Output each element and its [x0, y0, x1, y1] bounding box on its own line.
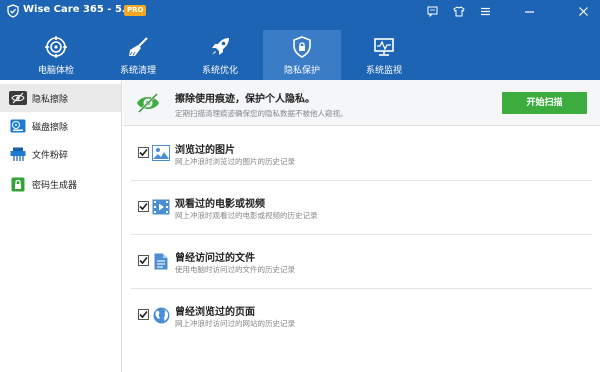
tab-system-clean[interactable]: 系统清理 — [99, 30, 177, 80]
item-title: 曾经访问过的文件 — [175, 253, 255, 264]
minimize-icon — [524, 10, 534, 13]
rocket-icon — [212, 38, 229, 55]
checkbox[interactable] — [138, 255, 149, 266]
shredder-icon — [10, 147, 26, 161]
item-title: 曾经浏览过的页面 — [175, 307, 255, 318]
checkmark-icon — [139, 202, 148, 211]
start-scan-button[interactable]: 开始扫描 — [502, 92, 587, 114]
main-nav: 电脑体检 系统清理 系统优化 隐私保护 系统监视 — [0, 22, 600, 80]
list-item-accessed-files: 曾经访问过的文件 使用电脑时访问过的文件的历史记录 — [123, 238, 600, 286]
header-description: 定期扫描清理痕迹确保您的隐私数据不被他人窥视。 — [175, 109, 348, 118]
privacy-eye-icon — [137, 93, 159, 113]
checkmark-icon — [139, 148, 148, 157]
list-item-viewed-images: 浏览过的图片 网上冲浪时浏览过的图片的历史记录 — [123, 130, 600, 178]
film-icon — [152, 199, 170, 215]
sidebar: 隐私擦除 磁盘擦除 文件粉碎 密码生成器 — [0, 80, 122, 372]
pro-badge: PRO — [124, 5, 147, 16]
item-description: 使用电脑时访问过的文件的历史记录 — [175, 265, 295, 274]
tab-system-monitor[interactable]: 系统监视 — [345, 30, 423, 80]
item-description: 网上冲浪时观看过的电影或视频的历史记录 — [175, 211, 318, 220]
item-title: 观看过的电影或视频 — [175, 199, 265, 210]
privacy-header: 擦除使用痕迹，保护个人隐私。 定期扫描清理痕迹确保您的隐私数据不被他人窥视。 开… — [123, 80, 600, 126]
feedback-button[interactable] — [421, 0, 443, 22]
tab-privacy-protect[interactable]: 隐私保护 — [263, 30, 341, 80]
list-item-visited-pages: 曾经浏览过的页面 网上冲浪时访问过的网站的历史记录 — [123, 292, 600, 340]
skin-button[interactable] — [448, 0, 470, 22]
app-logo-icon — [7, 4, 19, 18]
target-icon — [45, 36, 67, 58]
tab-label: 电脑体检 — [37, 66, 74, 76]
tab-label: 隐私保护 — [283, 66, 320, 76]
checkbox[interactable] — [138, 201, 149, 212]
shield-lock-icon — [293, 36, 311, 58]
item-description: 网上冲浪时访问过的网站的历史记录 — [175, 319, 295, 328]
tab-label: 系统监视 — [365, 66, 402, 76]
title-bar: Wise Care 365 - 5.6.7 PRO — [0, 0, 600, 22]
eye-slash-icon — [9, 91, 27, 105]
disk-icon — [10, 119, 26, 133]
minimize-button[interactable] — [518, 0, 540, 22]
sidebar-item-label: 密码生成器 — [32, 180, 78, 191]
checkbox[interactable] — [138, 309, 149, 320]
divider — [131, 180, 592, 181]
main-content: 擦除使用痕迹，保护个人隐私。 定期扫描清理痕迹确保您的隐私数据不被他人窥视。 开… — [123, 80, 600, 372]
sidebar-item-label: 文件粉碎 — [32, 150, 69, 161]
menu-icon — [480, 7, 490, 15]
checkmark-icon — [139, 256, 148, 265]
sidebar-item-label: 磁盘擦除 — [32, 122, 69, 133]
feedback-icon — [427, 6, 437, 17]
checkmark-icon — [139, 310, 148, 319]
header-title: 擦除使用痕迹，保护个人隐私。 — [175, 94, 315, 105]
close-icon — [578, 6, 588, 16]
sidebar-item-disk-erase[interactable]: 磁盘擦除 — [0, 112, 121, 140]
sidebar-item-label: 隐私擦除 — [32, 94, 69, 105]
checkbox[interactable] — [138, 147, 149, 158]
monitor-icon — [374, 38, 394, 56]
close-button[interactable] — [572, 0, 594, 22]
tab-pc-checkup[interactable]: 电脑体检 — [17, 30, 95, 80]
sidebar-item-privacy-erase[interactable]: 隐私擦除 — [0, 84, 121, 112]
tab-label: 系统清理 — [119, 66, 156, 76]
document-icon — [154, 253, 168, 269]
broom-icon — [129, 37, 148, 56]
sidebar-item-password-generator[interactable]: 密码生成器 — [0, 170, 121, 198]
skin-icon — [453, 5, 465, 16]
globe-icon — [153, 307, 169, 323]
menu-button[interactable] — [474, 0, 496, 22]
item-description: 网上冲浪时浏览过的图片的历史记录 — [175, 157, 295, 166]
key-lock-icon — [11, 177, 25, 191]
divider — [131, 288, 592, 289]
image-icon — [152, 145, 170, 161]
item-title: 浏览过的图片 — [175, 145, 235, 156]
divider — [131, 234, 592, 235]
sidebar-item-file-shredder[interactable]: 文件粉碎 — [0, 140, 121, 168]
tab-system-optimize[interactable]: 系统优化 — [181, 30, 259, 80]
tab-label: 系统优化 — [201, 66, 238, 76]
list-item-watched-videos: 观看过的电影或视频 网上冲浪时观看过的电影或视频的历史记录 — [123, 184, 600, 232]
